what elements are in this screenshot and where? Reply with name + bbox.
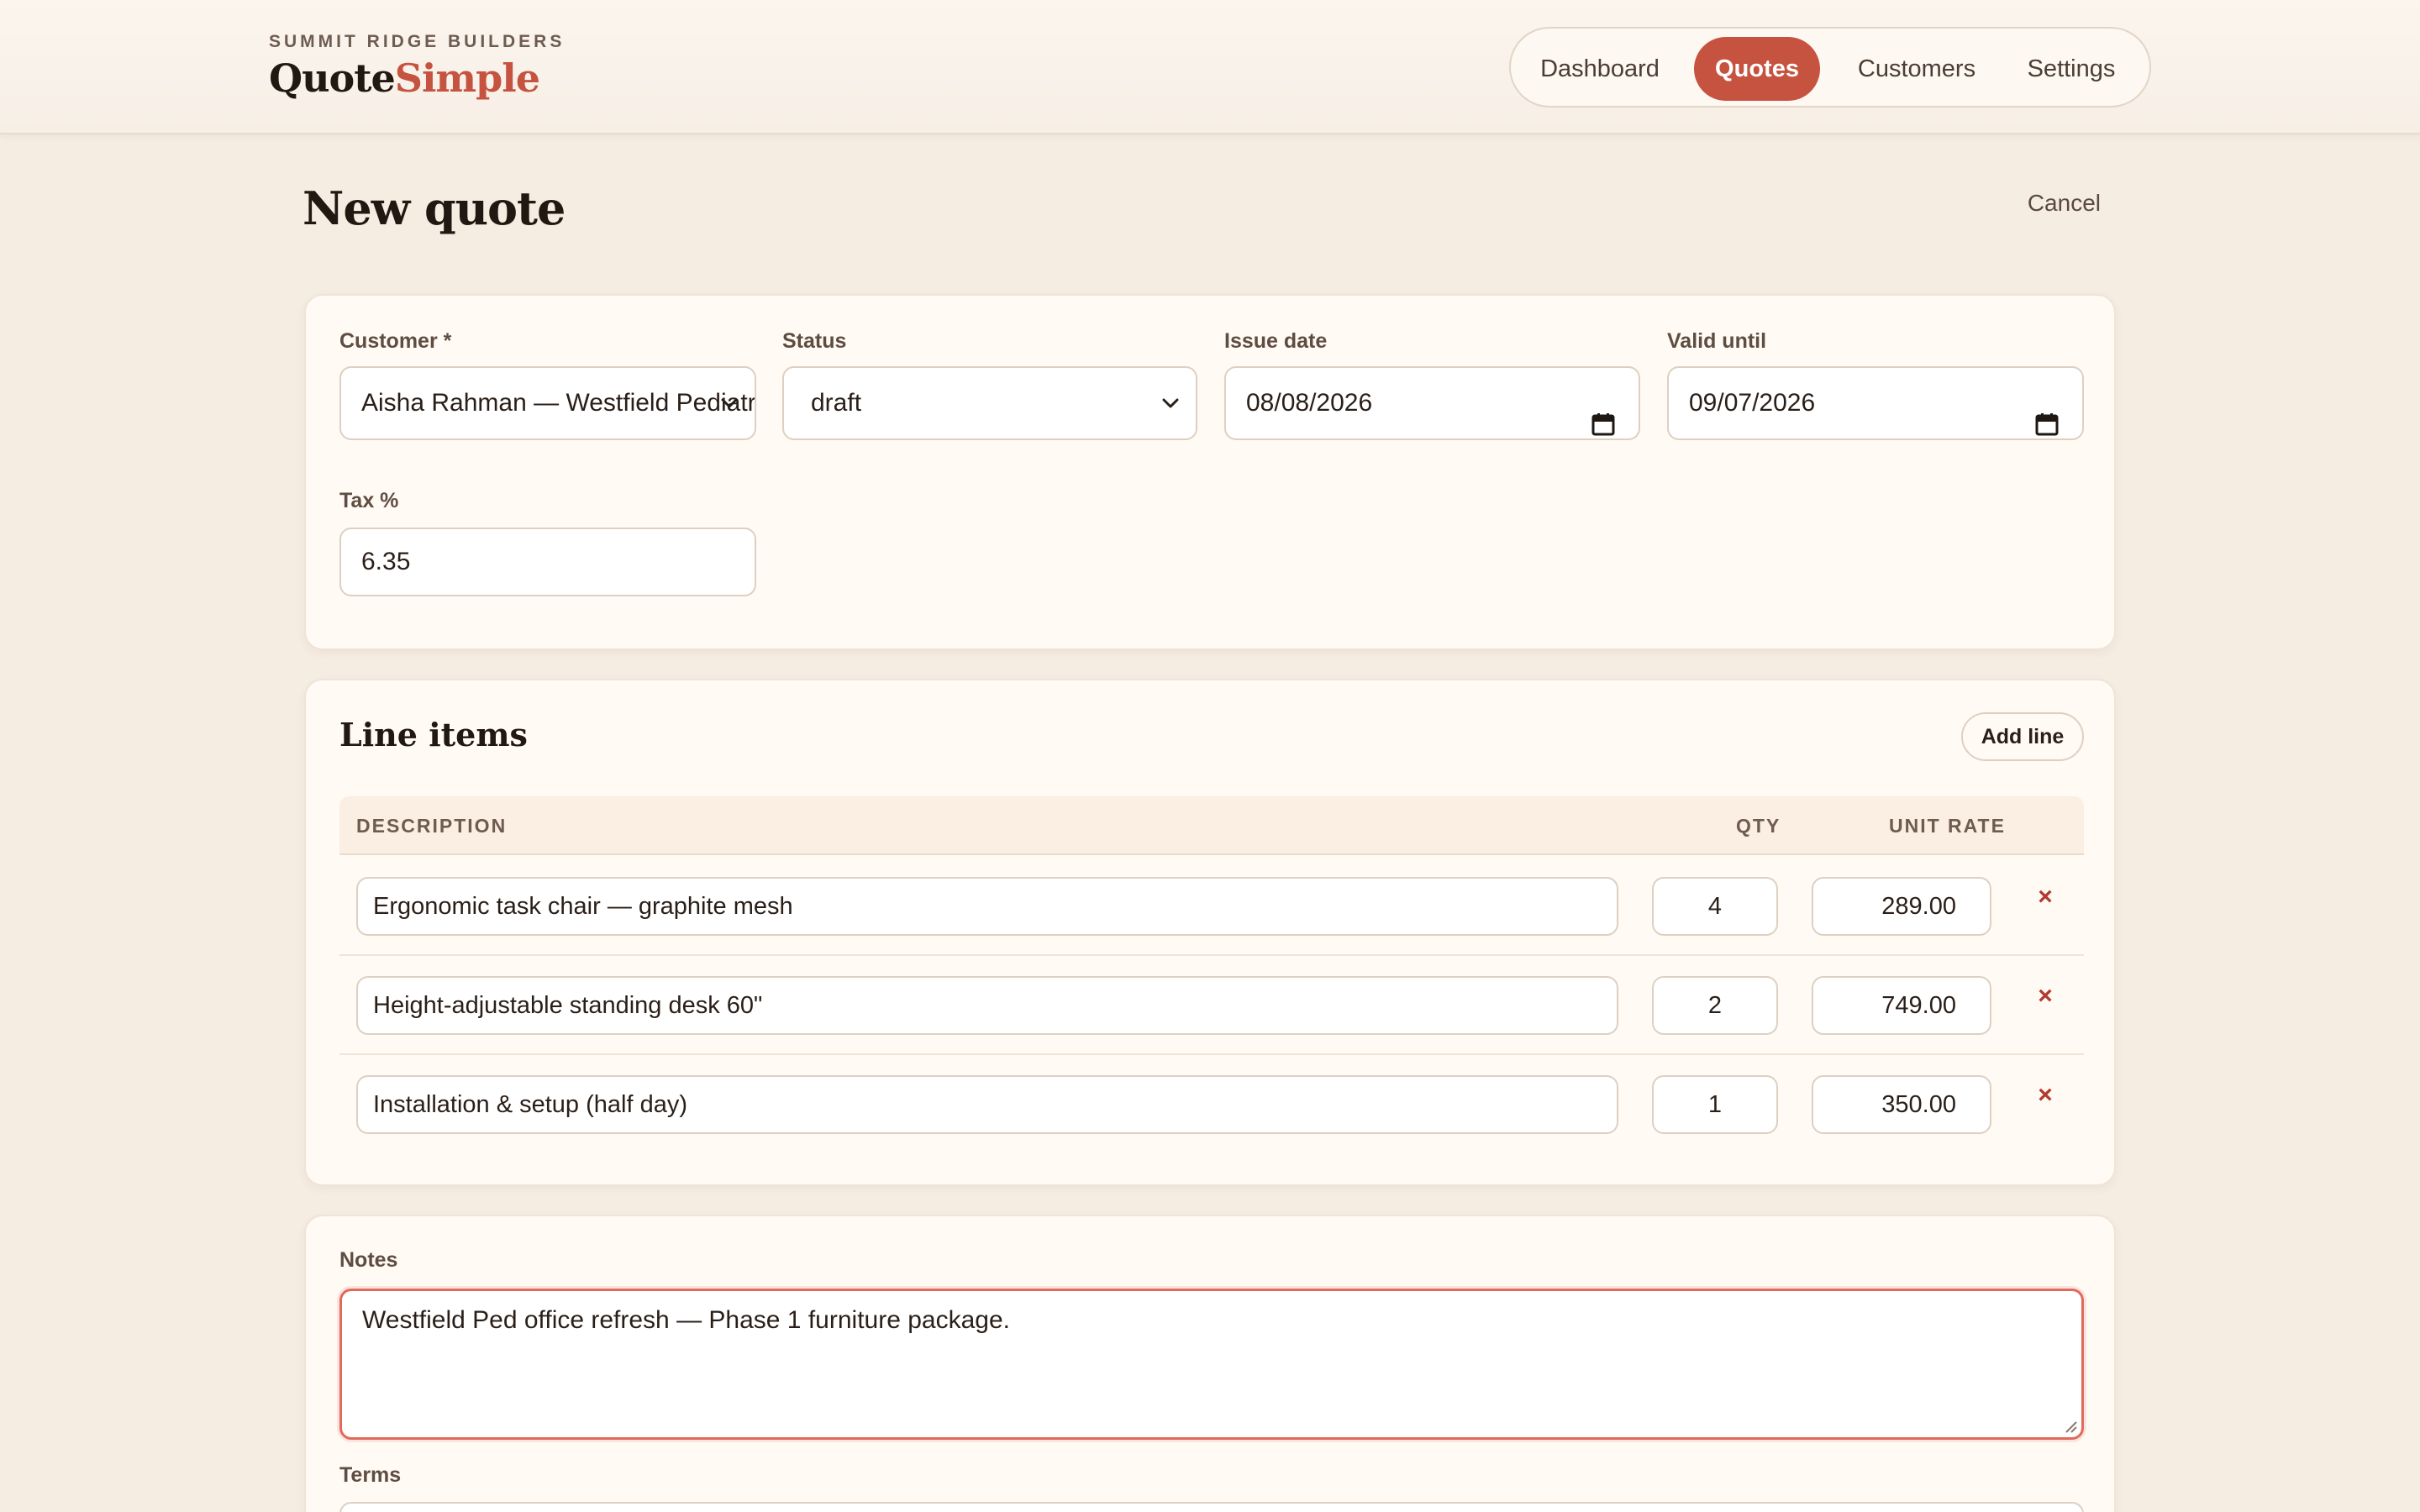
notes-card: Notes Westfield Ped office refresh — Pha… <box>304 1215 2116 1512</box>
chevron-down-icon <box>1160 368 1181 438</box>
line-rate-input[interactable]: 749.00 <box>1812 976 1991 1035</box>
customer-label: Customer * <box>339 329 452 353</box>
notes-label: Notes <box>339 1248 398 1272</box>
close-icon[interactable]: × <box>2030 882 2060 912</box>
terms-textarea[interactable] <box>339 1502 2084 1512</box>
valid-until-label: Valid until <box>1667 329 1767 353</box>
nav-item-settings[interactable]: Settings <box>2008 37 2134 101</box>
notes-textarea[interactable]: Westfield Ped office refresh — Phase 1 f… <box>339 1289 2084 1440</box>
table-row: Ergonomic task chair — graphite mesh 4 2… <box>339 857 2084 956</box>
chevron-down-icon <box>719 368 739 438</box>
issue-date-label: Issue date <box>1224 329 1328 353</box>
brand-logo[interactable]: QuoteSimple <box>269 55 540 101</box>
brand-logo-part1: Quote <box>269 55 396 101</box>
resize-grip-icon[interactable] <box>2063 1419 2078 1434</box>
valid-until-input[interactable]: 09/07/2026 <box>1667 366 2084 440</box>
column-header-description: DESCRIPTION <box>356 815 508 837</box>
valid-until-value: 09/07/2026 <box>1689 389 1816 417</box>
issue-date-input[interactable]: 08/08/2026 <box>1224 366 1640 440</box>
status-select[interactable]: draft <box>782 366 1197 440</box>
line-items-card: Line items Add line DESCRIPTION QTY UNIT… <box>304 679 2116 1186</box>
close-icon[interactable]: × <box>2030 981 2060 1011</box>
status-label: Status <box>782 329 847 353</box>
nav-item-quotes[interactable]: Quotes <box>1694 37 1820 101</box>
nav-item-customers[interactable]: Customers <box>1842 37 1991 101</box>
main-nav: Dashboard Quotes Customers Settings <box>1509 27 2151 108</box>
line-items-title: Line items <box>339 716 528 753</box>
tax-label: Tax % <box>339 489 399 512</box>
status-value: draft <box>811 389 862 417</box>
line-qty-input[interactable]: 1 <box>1652 1075 1778 1134</box>
calendar-icon[interactable] <box>2035 393 2059 436</box>
top-bar: SUMMIT RIDGE BUILDERS QuoteSimple Dashbo… <box>0 0 2420 134</box>
customer-value: Aisha Rahman — Westfield Pediatrics <box>361 389 756 417</box>
line-description-input[interactable]: Installation & setup (half day) <box>356 1075 1618 1134</box>
quote-details-card: Customer * Aisha Rahman — Westfield Pedi… <box>304 294 2116 650</box>
tax-value: 6.35 <box>361 548 411 575</box>
issue-date-value: 08/08/2026 <box>1246 389 1373 417</box>
cancel-button[interactable]: Cancel <box>2000 190 2101 223</box>
calendar-icon[interactable] <box>1591 393 1615 436</box>
page-title: New quote <box>302 181 566 235</box>
close-icon[interactable]: × <box>2030 1080 2060 1110</box>
line-rate-input[interactable]: 350.00 <box>1812 1075 1991 1134</box>
brand-logo-part2: Simple <box>394 55 540 101</box>
table-row: Installation & setup (half day) 1 350.00… <box>339 1055 2084 1154</box>
terms-label: Terms <box>339 1463 402 1487</box>
customer-select[interactable]: Aisha Rahman — Westfield Pediatrics <box>339 366 756 440</box>
notes-value: Westfield Ped office refresh — Phase 1 f… <box>362 1306 1010 1334</box>
line-qty-input[interactable]: 4 <box>1652 877 1778 936</box>
column-header-unit-rate: UNIT RATE <box>1889 815 2006 837</box>
column-header-qty: QTY <box>1736 815 1781 837</box>
tax-input[interactable]: 6.35 <box>339 528 756 596</box>
line-description-input[interactable]: Height-adjustable standing desk 60" <box>356 976 1618 1035</box>
line-items-header: DESCRIPTION QTY UNIT RATE <box>339 796 2084 855</box>
add-line-button[interactable]: Add line <box>1961 712 2084 761</box>
line-rate-input[interactable]: 289.00 <box>1812 877 1991 936</box>
line-description-input[interactable]: Ergonomic task chair — graphite mesh <box>356 877 1618 936</box>
brand-kicker: SUMMIT RIDGE BUILDERS <box>269 32 566 51</box>
line-qty-input[interactable]: 2 <box>1652 976 1778 1035</box>
nav-item-dashboard[interactable]: Dashboard <box>1528 37 1672 101</box>
table-row: Height-adjustable standing desk 60" 2 74… <box>339 956 2084 1055</box>
